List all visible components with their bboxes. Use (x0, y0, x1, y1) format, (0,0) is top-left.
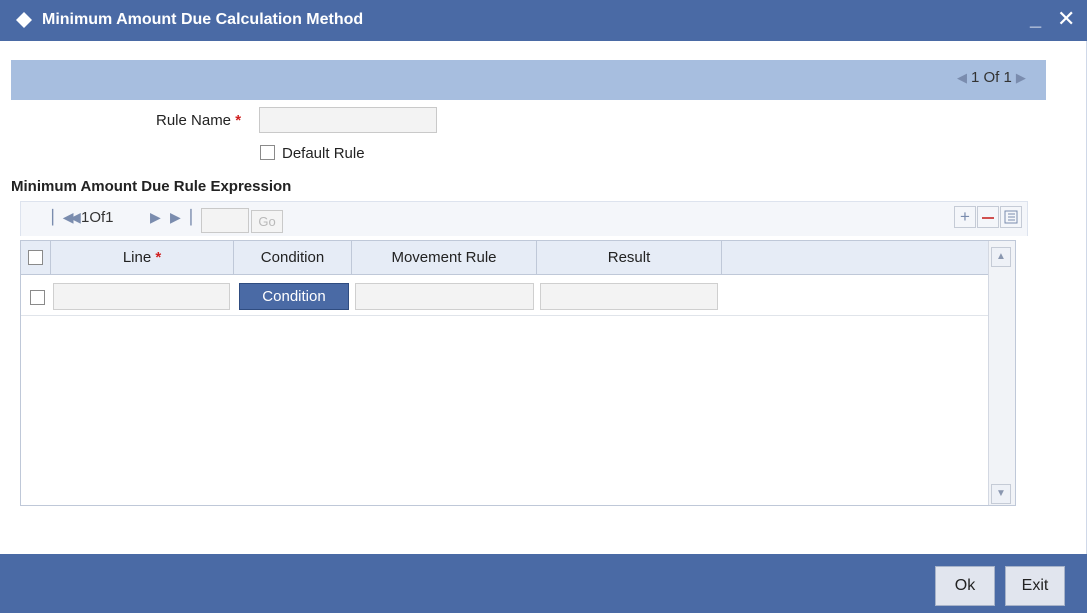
grid-scrollbar[interactable] (988, 241, 1015, 505)
title-bar: Minimum Amount Due Calculation Method _ … (0, 0, 1087, 41)
column-header-movement-rule: Movement Rule (352, 241, 537, 275)
add-row-button[interactable]: + (954, 206, 976, 228)
record-pager: ◀ 1 Of 1 ▶ (953, 69, 1030, 86)
column-header-line: Line * (51, 241, 234, 275)
prev-page-icon[interactable]: ◀ (70, 209, 81, 226)
ok-button[interactable]: Ok (935, 566, 995, 606)
exit-button[interactable]: Exit (1005, 566, 1065, 606)
view-details-icon[interactable] (1000, 206, 1022, 228)
column-header-condition: Condition (234, 241, 352, 275)
section-title: Minimum Amount Due Rule Expression (11, 178, 292, 195)
select-all-cell (21, 241, 51, 275)
required-mark: * (235, 112, 242, 129)
next-record-icon[interactable]: ▶ (1016, 70, 1026, 85)
last-page-icon[interactable]: ▶▕ (170, 209, 192, 226)
default-rule-checkbox[interactable] (260, 145, 275, 160)
default-rule-label: Default Rule (282, 145, 365, 162)
prev-record-icon[interactable]: ◀ (957, 70, 967, 85)
condition-button[interactable]: Condition (239, 283, 349, 310)
rule-name-input[interactable] (259, 107, 437, 133)
scroll-up-icon[interactable]: ▲ (991, 247, 1011, 267)
footer-bar (0, 554, 1087, 613)
close-button[interactable]: ✕ (1057, 6, 1075, 32)
scroll-down-icon[interactable]: ▼ (991, 484, 1011, 504)
go-button[interactable]: Go (251, 210, 283, 233)
movement-rule-input[interactable] (355, 283, 534, 310)
column-header-result: Result (537, 241, 722, 275)
result-input[interactable] (540, 283, 718, 310)
grid-pages: 1Of1 (81, 209, 114, 226)
header-band (11, 60, 1046, 100)
minimize-button[interactable]: _ (1030, 8, 1041, 31)
line-input[interactable] (53, 283, 230, 310)
delete-row-button[interactable] (977, 206, 999, 228)
rule-name-label: Rule Name * (156, 112, 242, 129)
page-number-input[interactable] (201, 208, 249, 233)
select-all-checkbox[interactable] (28, 250, 43, 265)
next-page-icon[interactable]: ▶ (150, 209, 161, 226)
record-pager-text: 1 Of 1 (971, 69, 1012, 86)
line-required-mark: * (155, 249, 162, 266)
row-select-checkbox[interactable] (30, 290, 45, 305)
window-title: Minimum Amount Due Calculation Method (42, 11, 364, 28)
diamond-icon (16, 12, 32, 28)
